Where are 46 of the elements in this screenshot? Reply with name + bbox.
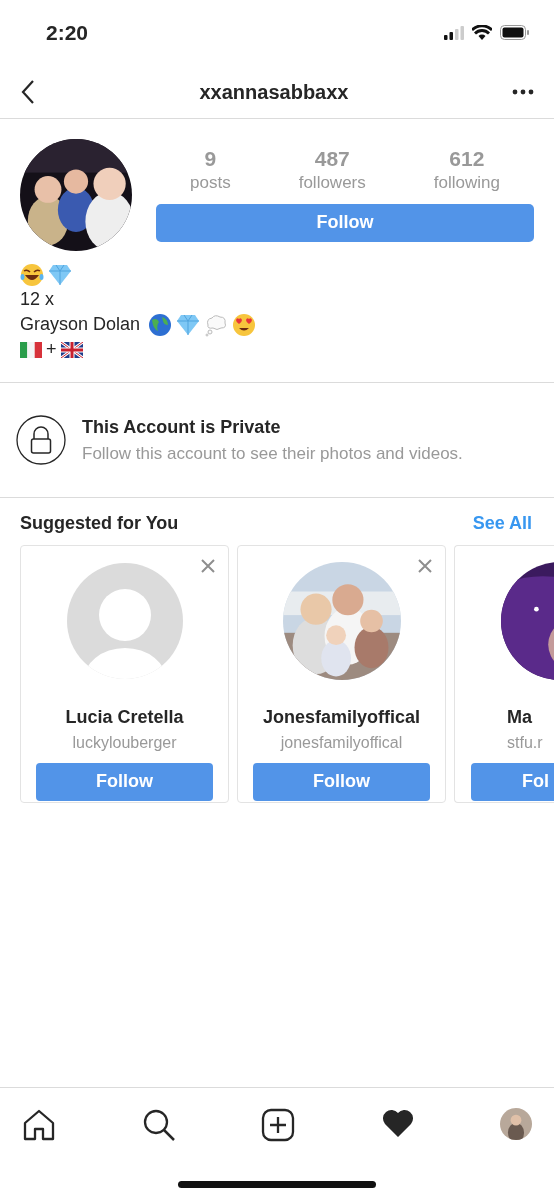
bio-text: Grayson Dolan (20, 313, 141, 336)
stat-count: 612 (448, 147, 486, 171)
search-icon[interactable] (141, 1108, 176, 1142)
suggestion-name: Lucia Cretella (64, 705, 185, 729)
italy-flag-icon (20, 341, 42, 358)
follow-button[interactable]: Follow (156, 203, 534, 242)
suggestion-name: Jonesfamilyoffical (261, 705, 422, 729)
close-icon[interactable] (417, 557, 433, 574)
add-post-icon[interactable] (261, 1108, 295, 1142)
diamond-icon (176, 313, 201, 336)
see-all-link[interactable]: See All (472, 509, 532, 537)
stat-count: 9 (203, 147, 218, 171)
suggestion-name: Ma (507, 705, 533, 729)
signal-icon (444, 25, 464, 40)
thought-bubble-icon (204, 312, 229, 337)
suggestion-username: jonesfamilyoffical (279, 732, 404, 753)
heart-icon[interactable] (380, 1108, 415, 1138)
follow-button[interactable]: Follow (253, 762, 430, 801)
avatar-placeholder-icon (65, 561, 184, 680)
more-icon[interactable] (512, 88, 534, 95)
globe-icon (148, 312, 173, 337)
stat-label: followers (298, 172, 366, 195)
uk-flag-icon (60, 341, 83, 358)
close-icon[interactable] (200, 557, 216, 574)
home-icon[interactable] (22, 1108, 56, 1142)
back-icon[interactable] (20, 78, 36, 105)
private-title: This Account is Private (82, 416, 282, 439)
section-title: Suggested for You (20, 511, 179, 535)
suggestion-username: luckylouberger (71, 732, 178, 753)
follow-button[interactable]: Follow (36, 762, 213, 801)
stat-count: 487 (313, 147, 351, 171)
suggestion-username: stfu.r (507, 732, 544, 753)
bio-text: + (46, 338, 57, 361)
follow-button[interactable]: Fol (471, 762, 554, 801)
private-message: Follow this account to see their photos and videos. (82, 443, 463, 465)
stat-label: posts (190, 172, 231, 195)
stat-label: following (433, 172, 500, 195)
diamond-icon (48, 264, 72, 286)
battery-icon (500, 25, 530, 40)
profile-username: xxannasabbaxx (199, 79, 349, 105)
laughing-emoji-icon (20, 263, 44, 287)
status-time: 2:20 (46, 19, 89, 46)
wifi-icon (472, 25, 492, 40)
lock-icon (16, 415, 66, 466)
heart-eyes-emoji-icon (232, 312, 257, 337)
bio-text: 12 x (20, 288, 55, 311)
